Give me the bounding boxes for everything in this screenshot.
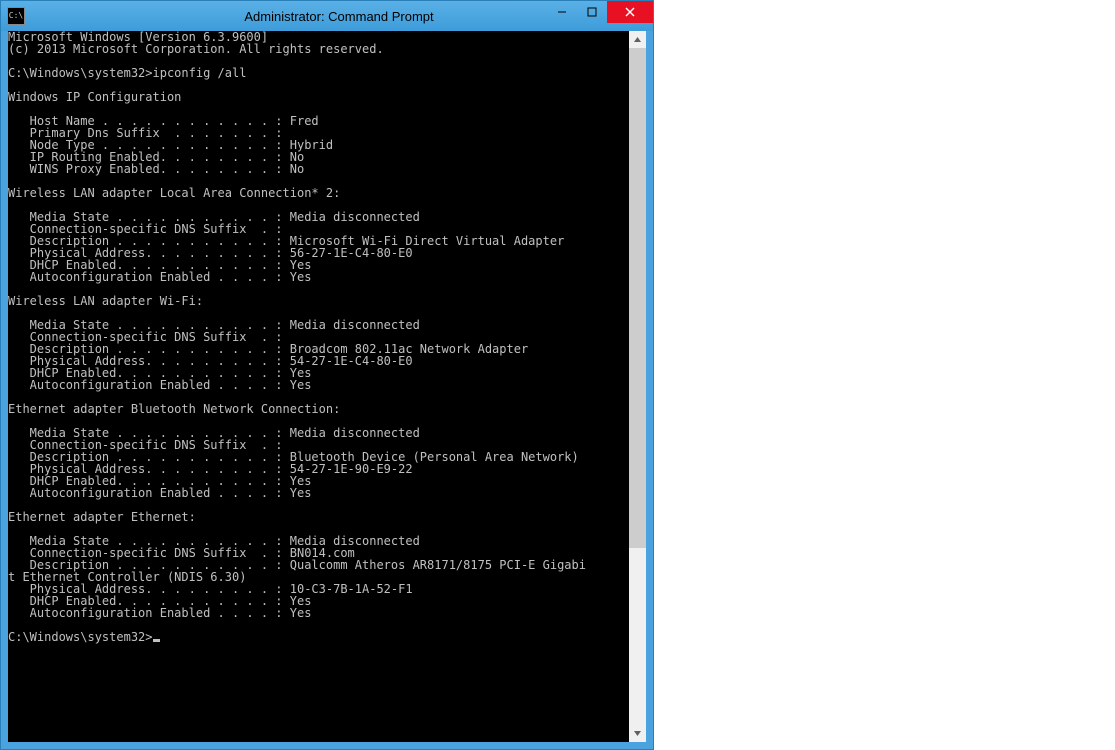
app-icon: C:\: [7, 7, 25, 25]
console-line: C:\Windows\system32>: [8, 630, 153, 644]
cursor: [153, 639, 160, 642]
minimize-icon: [557, 7, 567, 17]
maximize-icon: [587, 7, 597, 17]
chevron-up-icon: [633, 35, 642, 44]
close-icon: [625, 7, 635, 17]
scroll-up-button[interactable]: [629, 31, 646, 48]
maximize-button[interactable]: [577, 1, 607, 23]
console-line: Autoconfiguration Enabled . . . . : Yes: [8, 486, 311, 500]
scrollbar-track[interactable]: [629, 48, 646, 725]
console-line: Wireless LAN adapter Wi-Fi:: [8, 294, 203, 308]
console-line: Autoconfiguration Enabled . . . . : Yes: [8, 378, 311, 392]
console-line: Windows IP Configuration: [8, 90, 181, 104]
scroll-down-button[interactable]: [629, 725, 646, 742]
console-line: Ethernet adapter Ethernet:: [8, 510, 196, 524]
vertical-scrollbar[interactable]: [629, 31, 646, 742]
chevron-down-icon: [633, 729, 642, 738]
console-line: C:\Windows\system32>ipconfig /all: [8, 66, 246, 80]
close-button[interactable]: [607, 1, 653, 23]
console-line: Ethernet adapter Bluetooth Network Conne…: [8, 402, 340, 416]
window-controls: [547, 1, 653, 23]
console-line: Autoconfiguration Enabled . . . . : Yes: [8, 606, 311, 620]
console-line: Autoconfiguration Enabled . . . . : Yes: [8, 270, 311, 284]
console-line: Wireless LAN adapter Local Area Connecti…: [8, 186, 340, 200]
titlebar[interactable]: C:\ Administrator: Command Prompt: [1, 1, 653, 31]
client-area: Microsoft Windows [Version 6.3.9600] (c)…: [8, 31, 646, 742]
command-prompt-window: C:\ Administrator: Command Prompt Micros…: [0, 0, 654, 750]
app-icon-label: C:\: [9, 12, 23, 20]
scrollbar-thumb[interactable]: [629, 48, 646, 548]
minimize-button[interactable]: [547, 1, 577, 23]
console-line: WINS Proxy Enabled. . . . . . . . : No: [8, 162, 304, 176]
console-output[interactable]: Microsoft Windows [Version 6.3.9600] (c)…: [8, 31, 629, 742]
console-line: (c) 2013 Microsoft Corporation. All righ…: [8, 42, 384, 56]
